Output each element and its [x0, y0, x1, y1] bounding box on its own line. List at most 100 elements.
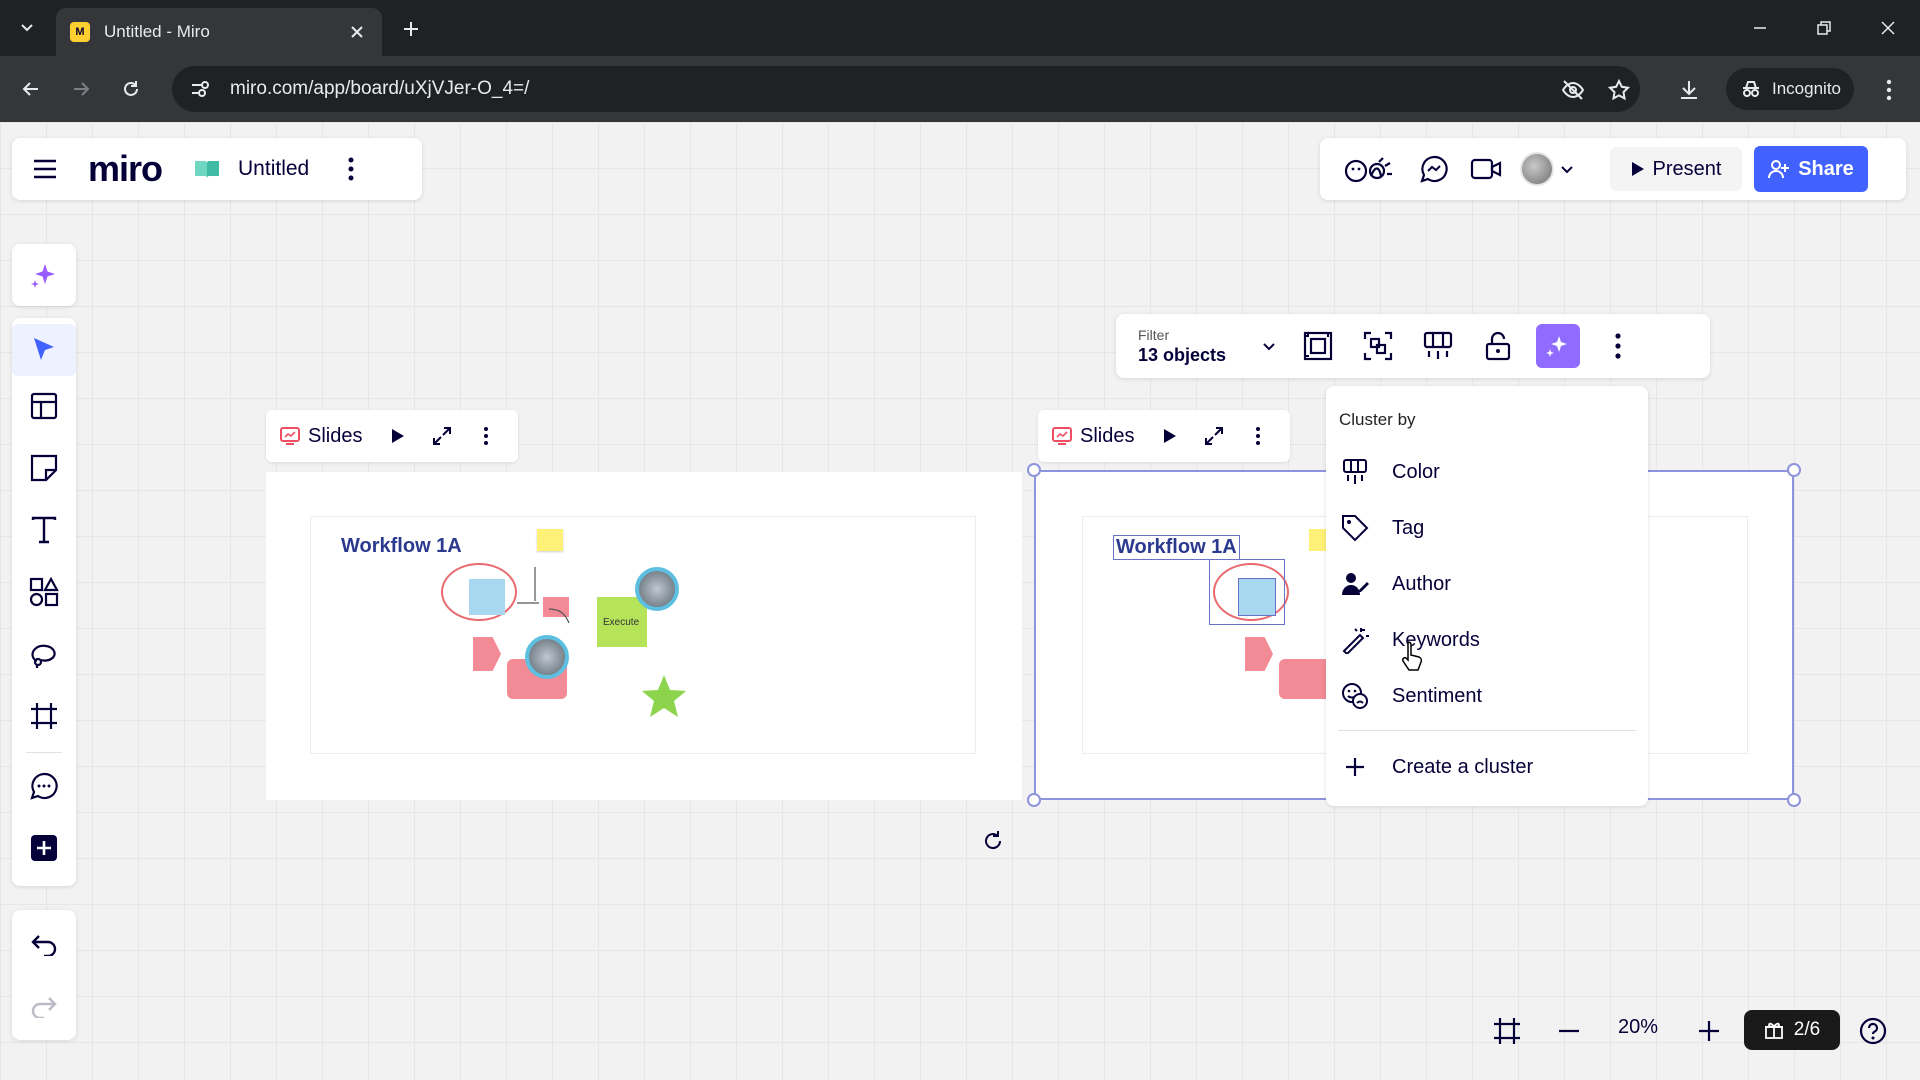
share-label: Share [1798, 157, 1854, 180]
resize-handle-bottom-left[interactable] [1027, 793, 1041, 807]
cluster-by-color[interactable]: Color [1326, 444, 1648, 500]
browser-menu-button[interactable] [1874, 75, 1904, 105]
tab-search-button[interactable] [10, 12, 44, 44]
help-button[interactable] [1856, 1014, 1890, 1048]
lasso-tool[interactable] [12, 628, 76, 680]
resize-handle-top-right[interactable] [1787, 463, 1801, 477]
reactions-icon [1344, 157, 1392, 183]
sticky-note[interactable] [537, 529, 563, 551]
slide-frame-left[interactable]: Workflow 1A Execute [266, 472, 1022, 800]
bookmark-button[interactable] [1604, 75, 1634, 105]
restore-button[interactable] [1804, 10, 1844, 46]
reactions-button[interactable] [1338, 147, 1408, 191]
cluster-by-keywords[interactable]: Keywords [1326, 612, 1648, 668]
zoom-in-button[interactable] [1692, 1014, 1726, 1048]
sticky-note-tool[interactable] [12, 442, 76, 494]
create-frame-button[interactable] [1288, 319, 1348, 373]
select-tool[interactable] [12, 324, 76, 376]
reload-button[interactable] [114, 72, 148, 106]
cluster-by-tag[interactable]: Tag [1326, 500, 1648, 556]
user-avatar-button[interactable] [1520, 152, 1602, 186]
minimize-button[interactable] [1740, 10, 1780, 46]
share-users-icon [1768, 160, 1790, 179]
resize-handle-top-left[interactable] [1027, 463, 1041, 477]
arrow-shape[interactable] [473, 637, 501, 671]
cluster-by-sentiment[interactable]: Sentiment [1326, 668, 1648, 724]
play-slides-button[interactable] [380, 416, 416, 456]
main-menu-button[interactable] [32, 158, 58, 180]
cluster-icon [1423, 331, 1453, 359]
site-settings-icon[interactable] [188, 77, 212, 101]
window-close-button[interactable] [1868, 10, 1908, 46]
workflow-title[interactable]: Workflow 1A [341, 535, 462, 558]
slides-label[interactable]: Slides [308, 425, 362, 448]
more-options-button[interactable] [1588, 319, 1648, 373]
slides-icon [280, 427, 300, 445]
slides-label[interactable]: Slides [1080, 425, 1134, 448]
play-icon [392, 429, 405, 443]
slide-content-left: Workflow 1A Execute [310, 516, 976, 754]
menu-divider [1338, 730, 1636, 731]
hamburger-menu-icon [34, 159, 56, 179]
play-slides-button[interactable] [1152, 416, 1188, 456]
ai-cluster-button[interactable] [1536, 324, 1580, 368]
lock-button[interactable] [1468, 319, 1528, 373]
cluster-button[interactable] [1408, 319, 1468, 373]
more-apps-tool[interactable] [12, 822, 76, 874]
new-tab-button[interactable] [396, 14, 426, 44]
undo-button[interactable] [12, 918, 76, 970]
pages-counter-button[interactable]: 2/6 [1744, 1010, 1840, 1050]
play-icon [1631, 162, 1644, 176]
zoom-out-button[interactable] [1552, 1014, 1586, 1048]
address-bar[interactable]: miro.com/app/board/uXjVJer-O_4=/ [172, 66, 1640, 112]
more-vertical-icon [348, 157, 354, 181]
miro-logo[interactable]: miro [88, 148, 163, 190]
filter-dropdown[interactable]: Filter 13 objects [1138, 327, 1288, 366]
resize-handle-bottom-right[interactable] [1787, 793, 1801, 807]
undo-icon [31, 935, 57, 956]
close-icon [1881, 21, 1895, 35]
comment-tool[interactable] [12, 760, 76, 812]
downloads-button[interactable] [1674, 75, 1704, 105]
fit-to-screen-button[interactable] [1490, 1014, 1524, 1048]
expand-button[interactable] [424, 416, 460, 456]
group-button[interactable] [1348, 319, 1408, 373]
incognito-indicator[interactable]: Incognito [1726, 68, 1854, 110]
cluster-by-author[interactable]: Author [1326, 556, 1648, 612]
slide-more-button[interactable] [1240, 416, 1276, 456]
more-vertical-icon [1256, 427, 1261, 445]
blue-sticky-note[interactable] [469, 579, 505, 615]
present-button[interactable]: Present [1610, 147, 1742, 191]
text-tool[interactable] [12, 504, 76, 556]
tracking-protection-button[interactable] [1558, 75, 1588, 105]
rotate-icon[interactable] [980, 828, 1006, 854]
star-shape[interactable] [641, 673, 687, 719]
slides-icon [1052, 427, 1072, 445]
zoom-level[interactable]: 20% [1612, 1016, 1664, 1039]
board-menu-button[interactable] [341, 154, 361, 184]
shapes-tool[interactable] [12, 566, 76, 618]
frame-tool[interactable] [12, 690, 76, 742]
share-button[interactable]: Share [1754, 146, 1868, 192]
slide-more-button[interactable] [468, 416, 504, 456]
redo-icon [31, 997, 57, 1018]
present-label: Present [1652, 157, 1722, 180]
redo-button[interactable] [12, 980, 76, 1032]
browser-tab[interactable]: M Untitled - Miro [56, 8, 382, 56]
sticky-note-icon [30, 454, 58, 482]
avatar-image[interactable] [635, 567, 679, 611]
templates-tool[interactable] [12, 380, 76, 432]
sparkle-icon [31, 264, 55, 288]
plus-icon [404, 22, 418, 36]
tab-close-button[interactable] [346, 21, 368, 43]
expand-button[interactable] [1196, 416, 1232, 456]
create-cluster-label: Create a cluster [1392, 755, 1534, 778]
back-button[interactable] [14, 72, 48, 106]
create-cluster-item[interactable]: Create a cluster [1326, 739, 1648, 795]
restore-icon [1817, 21, 1831, 35]
board-title[interactable]: Untitled [238, 157, 309, 181]
ai-assist-button[interactable] [12, 244, 76, 306]
video-call-button[interactable] [1460, 147, 1512, 191]
comments-button[interactable] [1408, 147, 1460, 191]
forward-button[interactable] [64, 72, 98, 106]
